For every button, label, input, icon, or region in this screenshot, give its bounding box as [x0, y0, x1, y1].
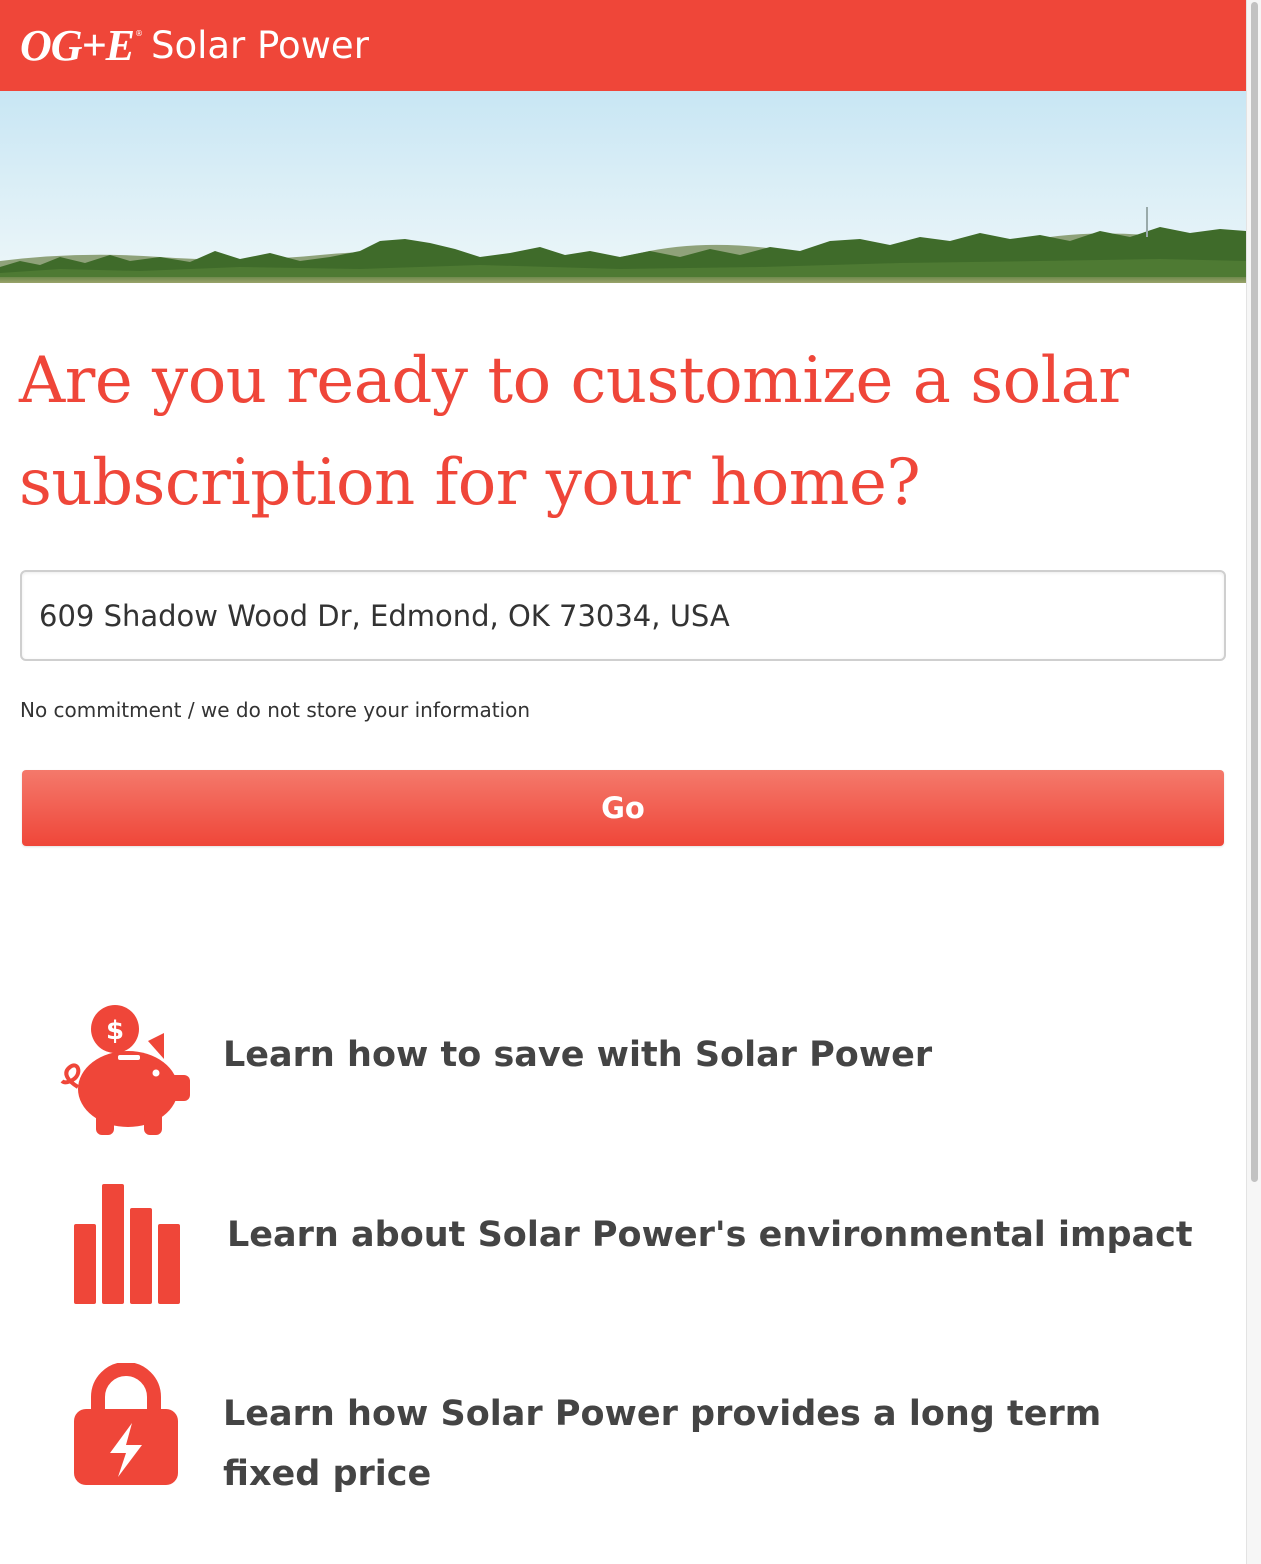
feature-label-fixed-price: Learn how Solar Power provides a long te…	[223, 1394, 1102, 1494]
page-headline: Are you ready to customize a solar subsc…	[19, 330, 1219, 534]
scrollbar-thumb[interactable]	[1251, 2, 1258, 1182]
scrollbar[interactable]	[1246, 0, 1261, 1564]
piggy-bank-icon: $	[60, 1003, 192, 1146]
feature-label-save: Learn how to save with Solar Power	[223, 1035, 933, 1075]
logo-mark: OG+E	[20, 20, 135, 70]
feature-label-environment: Learn about Solar Power's environmental …	[227, 1215, 1193, 1255]
feature-link-environment[interactable]: Learn about Solar Power's environmental …	[0, 1180, 1240, 1310]
headline-line-2: subscription for your home?	[19, 446, 921, 520]
svg-text:$: $	[106, 1016, 124, 1046]
logo-registered-mark: ®	[134, 29, 143, 38]
go-button[interactable]: Go	[22, 770, 1224, 846]
logo[interactable]: OG+E ® Solar Power	[20, 20, 369, 70]
headline-line-1: Are you ready to customize a solar	[19, 344, 1129, 418]
bar-chart-icon	[74, 1184, 180, 1313]
lock-icon	[74, 1362, 178, 1496]
landscape-photo	[0, 91, 1246, 283]
site-header: OG+E ® Solar Power	[0, 0, 1246, 91]
site-title: Solar Power	[150, 24, 369, 67]
banner-image	[0, 91, 1246, 283]
address-input[interactable]	[20, 570, 1226, 661]
disclaimer-text: No commitment / we do not store your inf…	[20, 698, 531, 722]
feature-link-save[interactable]: $ Learn how to save with Solar Power	[0, 1000, 1240, 1140]
page: OG+E ® Solar Power Are you ready to cust…	[0, 0, 1246, 1564]
feature-link-fixed-price[interactable]: Learn how Solar Power provides a long te…	[0, 1360, 1240, 1500]
